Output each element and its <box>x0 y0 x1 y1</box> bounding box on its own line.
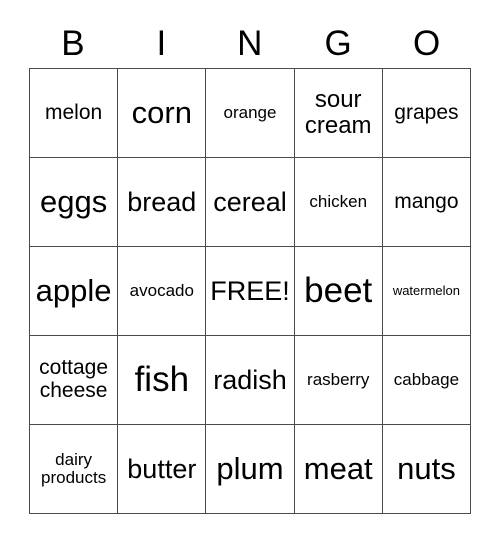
bingo-cell-label: avocado <box>129 281 194 301</box>
bingo-header-letter-n: N <box>237 23 263 63</box>
bingo-cell-label: beet <box>304 270 373 310</box>
bingo-cell-label: dairy products <box>41 449 107 487</box>
bingo-cell-label: chicken <box>309 192 368 212</box>
bingo-cell-label: meat <box>303 450 373 486</box>
bingo-cell-g1[interactable]: sour cream <box>294 69 383 158</box>
bingo-cell-label: bread <box>127 186 197 217</box>
bingo-cell-label: melon <box>45 100 103 124</box>
bingo-cell-b3[interactable]: apple <box>30 247 119 336</box>
bingo-cell-b4[interactable]: cottage cheese <box>30 336 119 425</box>
bingo-cell-o2[interactable]: mango <box>382 158 472 247</box>
bingo-row: apple avocado FREE! beet watermelon <box>30 247 472 336</box>
bingo-header-letter-b: B <box>61 23 86 63</box>
bingo-cell-label: radish <box>213 364 287 395</box>
bingo-cell-g4[interactable]: rasberry <box>294 336 383 425</box>
bingo-cell-label: fish <box>134 359 190 399</box>
bingo-cell-g2[interactable]: chicken <box>294 158 383 247</box>
bingo-cell-b2[interactable]: eggs <box>30 158 119 247</box>
bingo-cell-label: nuts <box>397 450 456 486</box>
bingo-free-space-label: FREE! <box>210 275 290 306</box>
bingo-cell-g5[interactable]: meat <box>294 425 383 514</box>
bingo-row: cottage cheese fish radish rasberry cabb… <box>30 336 472 425</box>
bingo-cell-label: rasberry <box>307 370 370 390</box>
bingo-cell-i2[interactable]: bread <box>118 158 207 247</box>
bingo-cell-b5[interactable]: dairy products <box>30 425 119 514</box>
bingo-cell-label: butter <box>127 453 197 484</box>
bingo-cell-label: eggs <box>39 183 108 219</box>
bingo-header-row: B I N G O <box>29 18 471 68</box>
bingo-cell-o3[interactable]: watermelon <box>382 247 472 336</box>
bingo-cell-label: watermelon <box>392 283 461 299</box>
bingo-cell-label: sour cream <box>304 86 372 139</box>
bingo-row: melon corn orange sour cream grapes <box>30 69 472 158</box>
bingo-cell-g3[interactable]: beet <box>294 247 383 336</box>
bingo-cell-o5[interactable]: nuts <box>382 425 472 514</box>
bingo-cell-n5[interactable]: plum <box>206 425 295 514</box>
bingo-card: B I N G O melon corn orange sour cream g… <box>29 18 472 514</box>
bingo-cell-label: cottage cheese <box>39 356 109 402</box>
bingo-cell-label: plum <box>216 450 284 486</box>
bingo-cell-i5[interactable]: butter <box>118 425 207 514</box>
bingo-cell-label: orange <box>223 103 277 123</box>
bingo-header-letter-i: I <box>156 23 167 63</box>
bingo-cell-label: cereal <box>213 186 287 217</box>
bingo-grid: melon corn orange sour cream grapes eggs… <box>29 68 472 514</box>
bingo-cell-n4[interactable]: radish <box>206 336 295 425</box>
bingo-row: eggs bread cereal chicken mango <box>30 158 472 247</box>
bingo-cell-i1[interactable]: corn <box>118 69 207 158</box>
bingo-cell-i3[interactable]: avocado <box>118 247 207 336</box>
bingo-cell-label: apple <box>35 272 112 308</box>
bingo-header-letter-g: G <box>324 23 353 63</box>
bingo-cell-b1[interactable]: melon <box>30 69 119 158</box>
bingo-cell-label: corn <box>131 94 192 130</box>
bingo-cell-n1[interactable]: orange <box>206 69 295 158</box>
bingo-cell-o1[interactable]: grapes <box>382 69 472 158</box>
bingo-header-letter-o: O <box>412 23 441 63</box>
bingo-cell-label: grapes <box>394 100 459 124</box>
bingo-cell-free-space[interactable]: FREE! <box>206 247 295 336</box>
bingo-cell-i4[interactable]: fish <box>118 336 207 425</box>
bingo-cell-n2[interactable]: cereal <box>206 158 295 247</box>
bingo-cell-label: mango <box>394 189 459 213</box>
bingo-row: dairy products butter plum meat nuts <box>30 425 472 514</box>
bingo-cell-o4[interactable]: cabbage <box>382 336 472 425</box>
bingo-cell-label: cabbage <box>393 370 460 390</box>
